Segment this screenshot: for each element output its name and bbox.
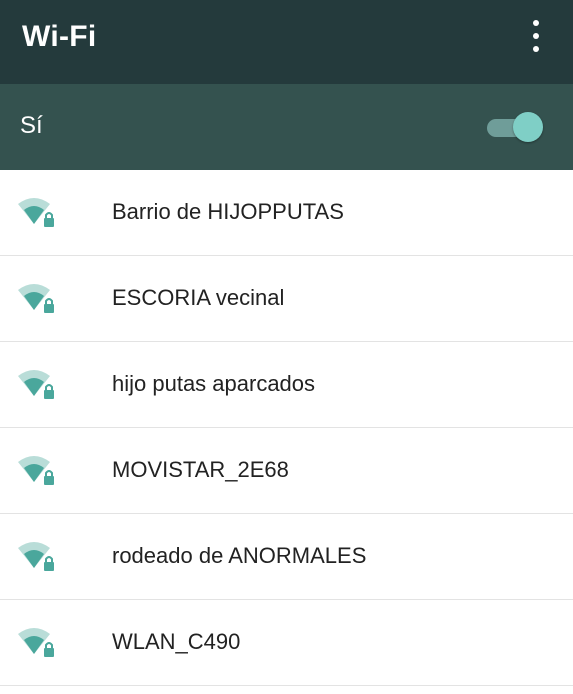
network-list: Barrio de HIJOPPUTAS ESCORIA vecinal hij…	[0, 170, 573, 686]
wifi-master-switch-bar[interactable]: Sí	[0, 84, 573, 170]
wifi-lock-icon	[18, 456, 54, 485]
network-ssid: MOVISTAR_2E68	[112, 457, 289, 482]
network-item[interactable]: rodeado de ANORMALES	[0, 514, 573, 600]
network-item[interactable]: WLAN_C490	[0, 600, 573, 686]
network-item[interactable]: MOVISTAR_2E68	[0, 428, 573, 514]
wifi-lock-icon	[18, 370, 54, 399]
wifi-lock-icon	[18, 284, 54, 313]
wifi-switch-label: Sí	[20, 112, 43, 139]
wifi-lock-icon	[18, 542, 54, 571]
network-ssid: ESCORIA vecinal	[112, 285, 285, 310]
network-item[interactable]: hijo putas aparcados	[0, 342, 573, 428]
toggle-thumb	[513, 112, 543, 142]
network-ssid: hijo putas aparcados	[112, 371, 316, 396]
network-item[interactable]: Barrio de HIJOPPUTAS	[0, 170, 573, 256]
network-ssid: WLAN_C490	[112, 629, 241, 654]
network-ssid: rodeado de ANORMALES	[112, 543, 367, 568]
wifi-lock-icon	[18, 628, 54, 657]
page-title: Wi-Fi	[22, 20, 97, 53]
wifi-settings-screen: Wi-Fi Sí Barrio de HIJOPPUTAS ESCORIA ve…	[0, 0, 573, 694]
wifi-toggle[interactable]	[487, 112, 543, 142]
more-vert-icon[interactable]	[521, 20, 551, 56]
network-ssid: Barrio de HIJOPPUTAS	[112, 199, 344, 224]
network-item[interactable]: ESCORIA vecinal	[0, 256, 573, 342]
app-bar: Wi-Fi	[0, 0, 573, 84]
wifi-lock-icon	[18, 198, 54, 227]
